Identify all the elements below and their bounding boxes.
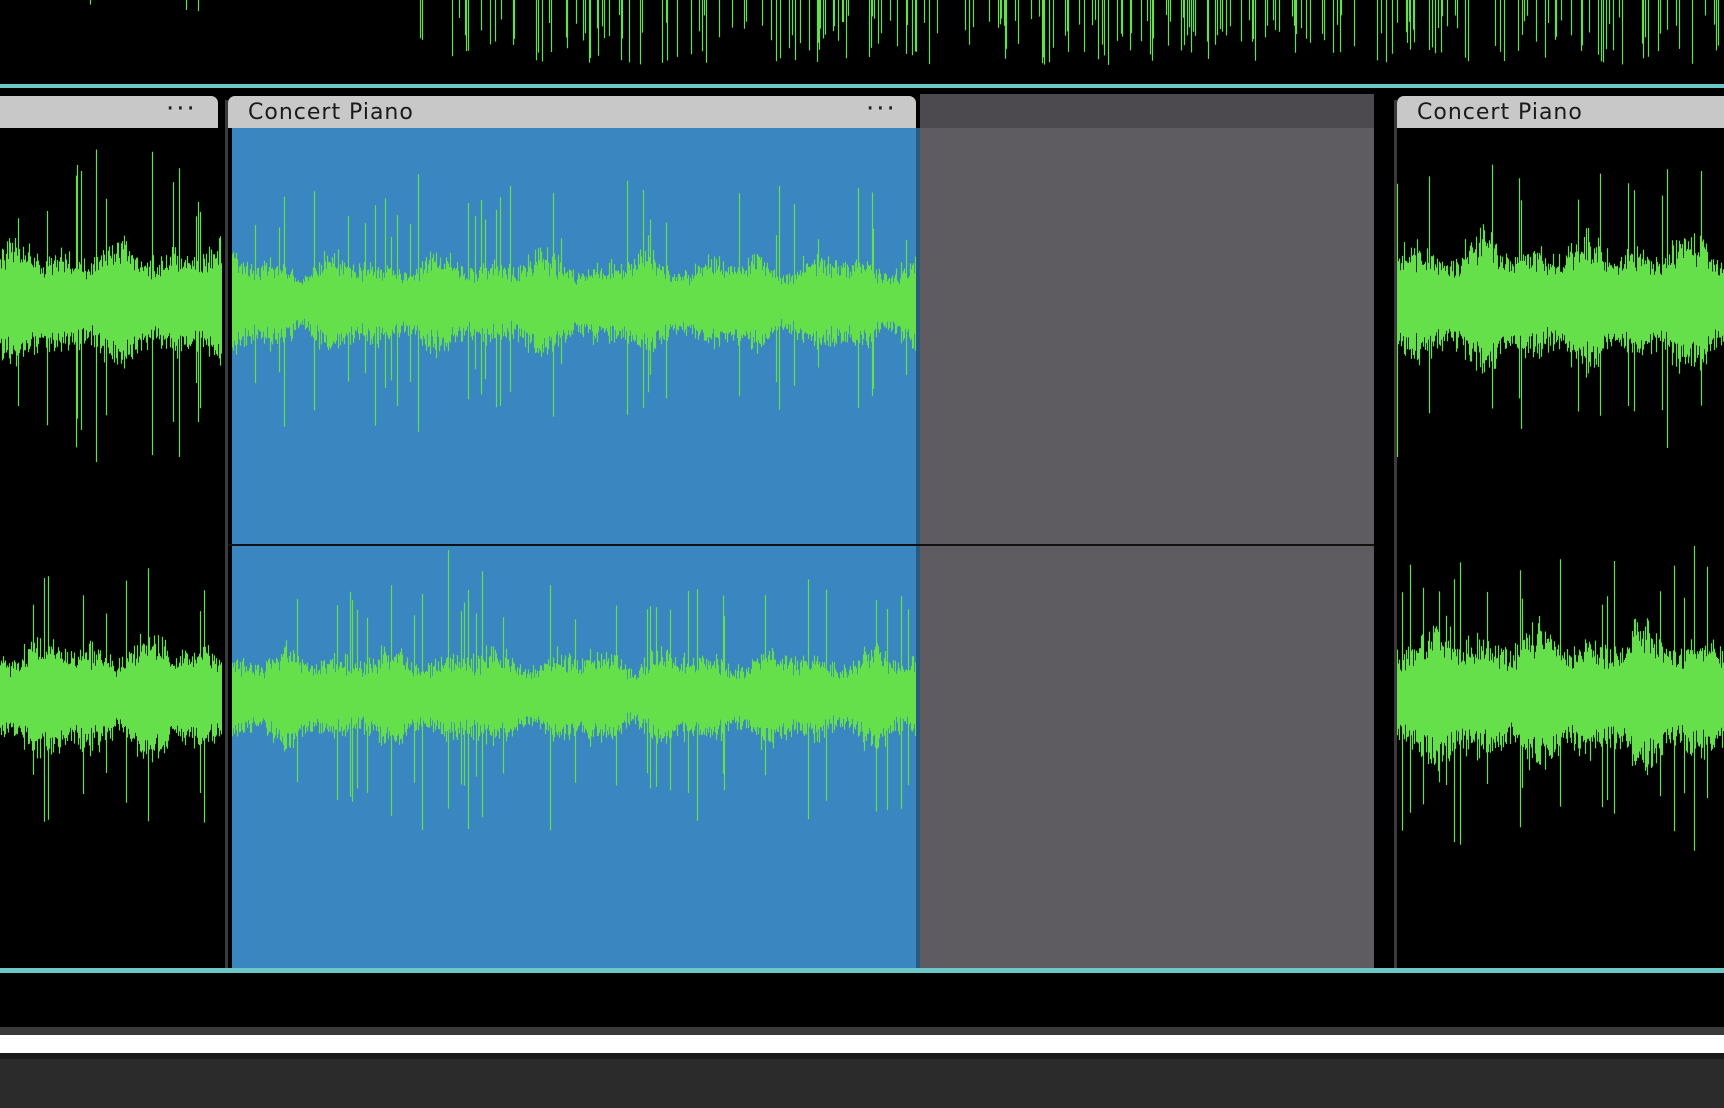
clip-selected-waveform-channel-2 (232, 549, 918, 831)
clip-selected-waveform-channel-1 (232, 174, 918, 432)
upper-track-waveform (89, 0, 1720, 65)
clip-left-header[interactable]: ··· (0, 94, 218, 128)
scrollbar-thumb[interactable] (0, 1035, 1724, 1053)
clip-name: Concert Piano (1417, 100, 1583, 125)
upper-track[interactable] (0, 0, 1724, 84)
horizontal-scrollbar[interactable] (0, 1027, 1724, 1035)
ellipsis-icon[interactable]: ··· (166, 94, 197, 124)
empty-region-header (920, 94, 1374, 128)
empty-region[interactable] (920, 128, 1374, 968)
channel-divider (228, 544, 1374, 546)
clip-name: Concert Piano (248, 100, 414, 125)
clip-left-waveform-channel-1 (0, 149, 222, 463)
clip-right-header[interactable]: Concert Piano (1397, 96, 1724, 128)
clip-right-waveform-channel-1 (1397, 164, 1724, 457)
clip-left-waveform-channel-2 (0, 568, 222, 823)
bottom-bar (0, 1059, 1724, 1108)
clip-boundary (225, 100, 228, 968)
lower-track[interactable] (0, 973, 1724, 1027)
clip-selected-header[interactable]: Concert Piano ··· (228, 94, 916, 128)
clip-right-waveform-channel-2 (1397, 546, 1724, 851)
ellipsis-icon[interactable]: ··· (866, 94, 897, 124)
